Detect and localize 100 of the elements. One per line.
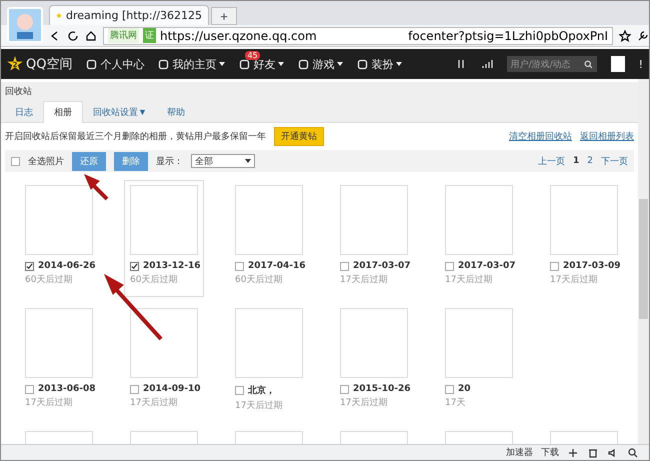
expiry-text: 60天后过期: [25, 274, 74, 286]
wrench-icon[interactable]: [637, 30, 649, 42]
scrollbar-thumb[interactable]: [639, 199, 648, 319]
album-name: 2013-12-16: [143, 261, 201, 271]
expiry-text: 17天后过期: [130, 396, 178, 409]
album-card[interactable]: 2013-06-08 17天后过期: [19, 303, 99, 420]
new-tab-button[interactable]: +: [211, 7, 237, 25]
notice-text: 开启回收站后保留最近三个月删除的相册，黄钻用户最多保留一年: [5, 130, 266, 143]
album-name: 2017-04-16: [248, 261, 306, 271]
link[interactable]: 返回相册列表: [580, 130, 634, 143]
nav-item[interactable]: 我的主页: [172, 56, 216, 72]
trash-icon[interactable]: [587, 446, 599, 458]
expiry-text: 17天后过期: [445, 274, 494, 286]
album-name: 2013-06-08: [38, 384, 96, 394]
signal-icon[interactable]: [480, 58, 493, 70]
refresh-icon[interactable]: [67, 30, 79, 42]
album-card[interactable]: 2017-03-07 17天后过期: [334, 180, 414, 297]
plus-icon[interactable]: [567, 446, 579, 458]
album-cover: [445, 185, 513, 255]
album-card[interactable]: 2017-03-07 17天后过期: [439, 180, 519, 297]
checkbox[interactable]: [25, 384, 34, 394]
checkbox[interactable]: [11, 156, 20, 166]
expiry-text: 17天后过期: [550, 274, 598, 286]
address-bar[interactable]: 腾讯网 证 https://user.qzone.qq.com focenter?ptsig=1Lzhi0pbOpoxPnI: [103, 26, 613, 44]
menu-icon[interactable]: [610, 56, 625, 72]
album-name: 2014-06-26: [38, 261, 96, 271]
accelerator-item[interactable]: 加速器: [506, 446, 533, 459]
search-icon[interactable]: [584, 60, 593, 68]
expiry-text: 17天后过期: [25, 396, 74, 409]
album-card[interactable]: 2017-04-16 60天后过期: [229, 180, 309, 297]
album-cover: [445, 308, 513, 378]
qzone-logo[interactable]: QQ空间: [26, 55, 72, 73]
album-card[interactable]: 2015-10-26 17天后过期: [334, 303, 414, 420]
nav-icon: [86, 58, 98, 70]
zoom-icon[interactable]: [627, 446, 639, 458]
tab[interactable]: 相册: [43, 101, 83, 123]
album-name: 北京，: [248, 384, 275, 397]
browser-tab[interactable]: dreaming [http://362125: [49, 5, 209, 25]
checkbox[interactable]: [130, 384, 139, 394]
checkbox[interactable]: [445, 384, 454, 394]
next-page-link[interactable]: 下一页: [601, 154, 628, 168]
expiry-text: 60天后过期: [235, 274, 284, 286]
notification-badge: 45: [245, 50, 260, 60]
album-name: 2017-03-09: [563, 261, 621, 271]
album-name: 2014-09-10: [143, 384, 201, 394]
nav-item[interactable]: 好友: [253, 56, 276, 72]
album-name: 2017-03-07: [458, 261, 516, 271]
nav-item[interactable]: 个人中心: [100, 56, 144, 72]
checkbox[interactable]: [25, 262, 34, 270]
vip-button[interactable]: 开通黄钻: [274, 127, 324, 146]
checkbox[interactable]: [235, 262, 244, 270]
tab[interactable]: 回收站设置▼: [83, 102, 157, 123]
star-icon[interactable]: [619, 30, 631, 42]
album-card[interactable]: 北京， 17天后过期: [229, 303, 309, 420]
expiry-text: 17天: [445, 397, 466, 409]
album-cover: [550, 185, 618, 255]
expiry-text: 17天后过期: [340, 396, 388, 409]
link[interactable]: 清空相册回收站: [509, 130, 572, 143]
checkbox[interactable]: [445, 262, 454, 270]
album-cover: [130, 308, 198, 378]
url-text: focenter?ptsig=1Lzhi0pbOpoxPnI: [408, 28, 608, 42]
album-card[interactable]: 2014-06-26 60天后过期: [19, 180, 99, 297]
nav-icon: [239, 58, 250, 70]
caret-icon: [245, 159, 251, 163]
expiry-text: 60天后过期: [130, 274, 178, 286]
album-cover: [25, 185, 93, 255]
expiry-text: 17天后过期: [340, 274, 388, 286]
album-name: 2017-03-07: [353, 261, 411, 271]
nav-item[interactable]: 装扮: [371, 56, 394, 72]
show-label: 显示：: [156, 156, 183, 168]
tab-title: dreaming [http://362125: [66, 9, 202, 22]
download-item[interactable]: 下载: [541, 446, 559, 459]
prev-page-link[interactable]: 上一页: [538, 154, 565, 168]
checkbox[interactable]: [130, 262, 139, 270]
album-card[interactable]: 2013-12-16 60天后过期: [124, 180, 204, 297]
album-card[interactable]: 20 17天: [439, 303, 519, 420]
checkbox[interactable]: [340, 262, 349, 270]
album-cover: [340, 185, 408, 255]
album-cover: [25, 308, 93, 378]
pointer-arrow: [84, 174, 108, 200]
checkmark-icon: [26, 262, 33, 270]
url-text: https://user.qzone.qq.com: [160, 28, 317, 42]
expiry-text: 17天后过期: [235, 400, 284, 412]
page-link[interactable]: 1: [573, 156, 580, 166]
album-card[interactable]: 2017-03-09 17天后过期: [544, 180, 624, 297]
nav-item[interactable]: 游戏: [312, 56, 334, 72]
checkbox[interactable]: [235, 386, 244, 395]
home-icon[interactable]: [85, 30, 97, 42]
show-select[interactable]: 全部: [191, 154, 255, 168]
checkbox[interactable]: [340, 384, 349, 394]
nav-icon: [298, 58, 310, 70]
album-card[interactable]: 2014-09-10 17天后过期: [124, 303, 204, 420]
alert-text[interactable]: !: [638, 58, 643, 70]
checkbox[interactable]: [550, 262, 559, 270]
nav-icon: [357, 58, 368, 70]
page-link[interactable]: 2: [587, 156, 593, 166]
tab[interactable]: 日志: [5, 102, 43, 123]
checkbox-label: 全选照片: [28, 156, 64, 168]
tab[interactable]: 帮助: [156, 102, 195, 123]
user-avatar[interactable]: [7, 7, 43, 43]
